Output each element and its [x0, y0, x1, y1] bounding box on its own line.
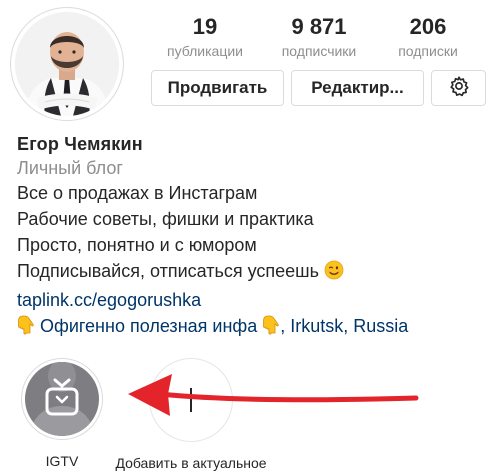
- followers-count: 9 871: [291, 14, 347, 39]
- bio-line: Рабочие советы, фишки и практика: [17, 209, 314, 229]
- settings-button[interactable]: [431, 70, 486, 106]
- bio-promo-location-line: Офигенно полезная инфа , Irkutsk, Russia: [17, 313, 487, 342]
- location-link[interactable]: , Irkutsk, Russia: [280, 316, 408, 336]
- posts-count: 19: [192, 14, 218, 39]
- promote-button[interactable]: Продвигать: [151, 70, 284, 106]
- profile-category: Личный блог: [17, 158, 123, 178]
- igtv-ring: [21, 358, 103, 440]
- bio-line-with-emoji: Подписывайся, отписаться успеешь: [17, 258, 487, 287]
- posts-label: публикации: [167, 43, 243, 59]
- profile-avatar-ring[interactable]: [10, 7, 124, 121]
- following-count: 206: [409, 14, 447, 39]
- avatar-photo: [15, 12, 119, 116]
- annotation-arrow-icon: [128, 374, 419, 416]
- bio-line: Все о продажах в Инстаграм: [17, 183, 258, 203]
- profile-name: Егор Чемякин: [17, 134, 143, 154]
- profile-website-link[interactable]: taplink.cc/egogorushka: [17, 287, 487, 313]
- profile-avatar: [15, 12, 119, 116]
- following-label: подписки: [398, 43, 458, 59]
- pointing-down-hand-emoji: [262, 315, 280, 342]
- edit-profile-button[interactable]: Редактир...: [291, 70, 424, 106]
- stat-followers[interactable]: 9 871 подписчики: [269, 14, 369, 60]
- stat-following[interactable]: 206 подписки: [386, 14, 470, 60]
- highlight-igtv[interactable]: IGTV: [21, 358, 103, 470]
- bio-line-text: Подписывайся, отписаться успеешь: [17, 261, 320, 281]
- promo-link[interactable]: Офигенно полезная инфа: [40, 316, 257, 336]
- profile-bio: Егор Чемякин Личный блог Все о продажах …: [17, 132, 487, 342]
- igtv-icon: [25, 362, 99, 436]
- gear-icon: [448, 75, 470, 102]
- pointing-down-hand-emoji: [17, 315, 35, 342]
- highlight-label: Добавить в актуальное: [115, 455, 267, 471]
- bio-line: Просто, понятно и с юмором: [17, 235, 257, 255]
- winking-face-emoji: [324, 260, 344, 287]
- followers-label: подписчики: [281, 43, 357, 59]
- highlight-label: IGTV: [45, 453, 79, 469]
- stat-posts[interactable]: 19 публикации: [158, 14, 252, 60]
